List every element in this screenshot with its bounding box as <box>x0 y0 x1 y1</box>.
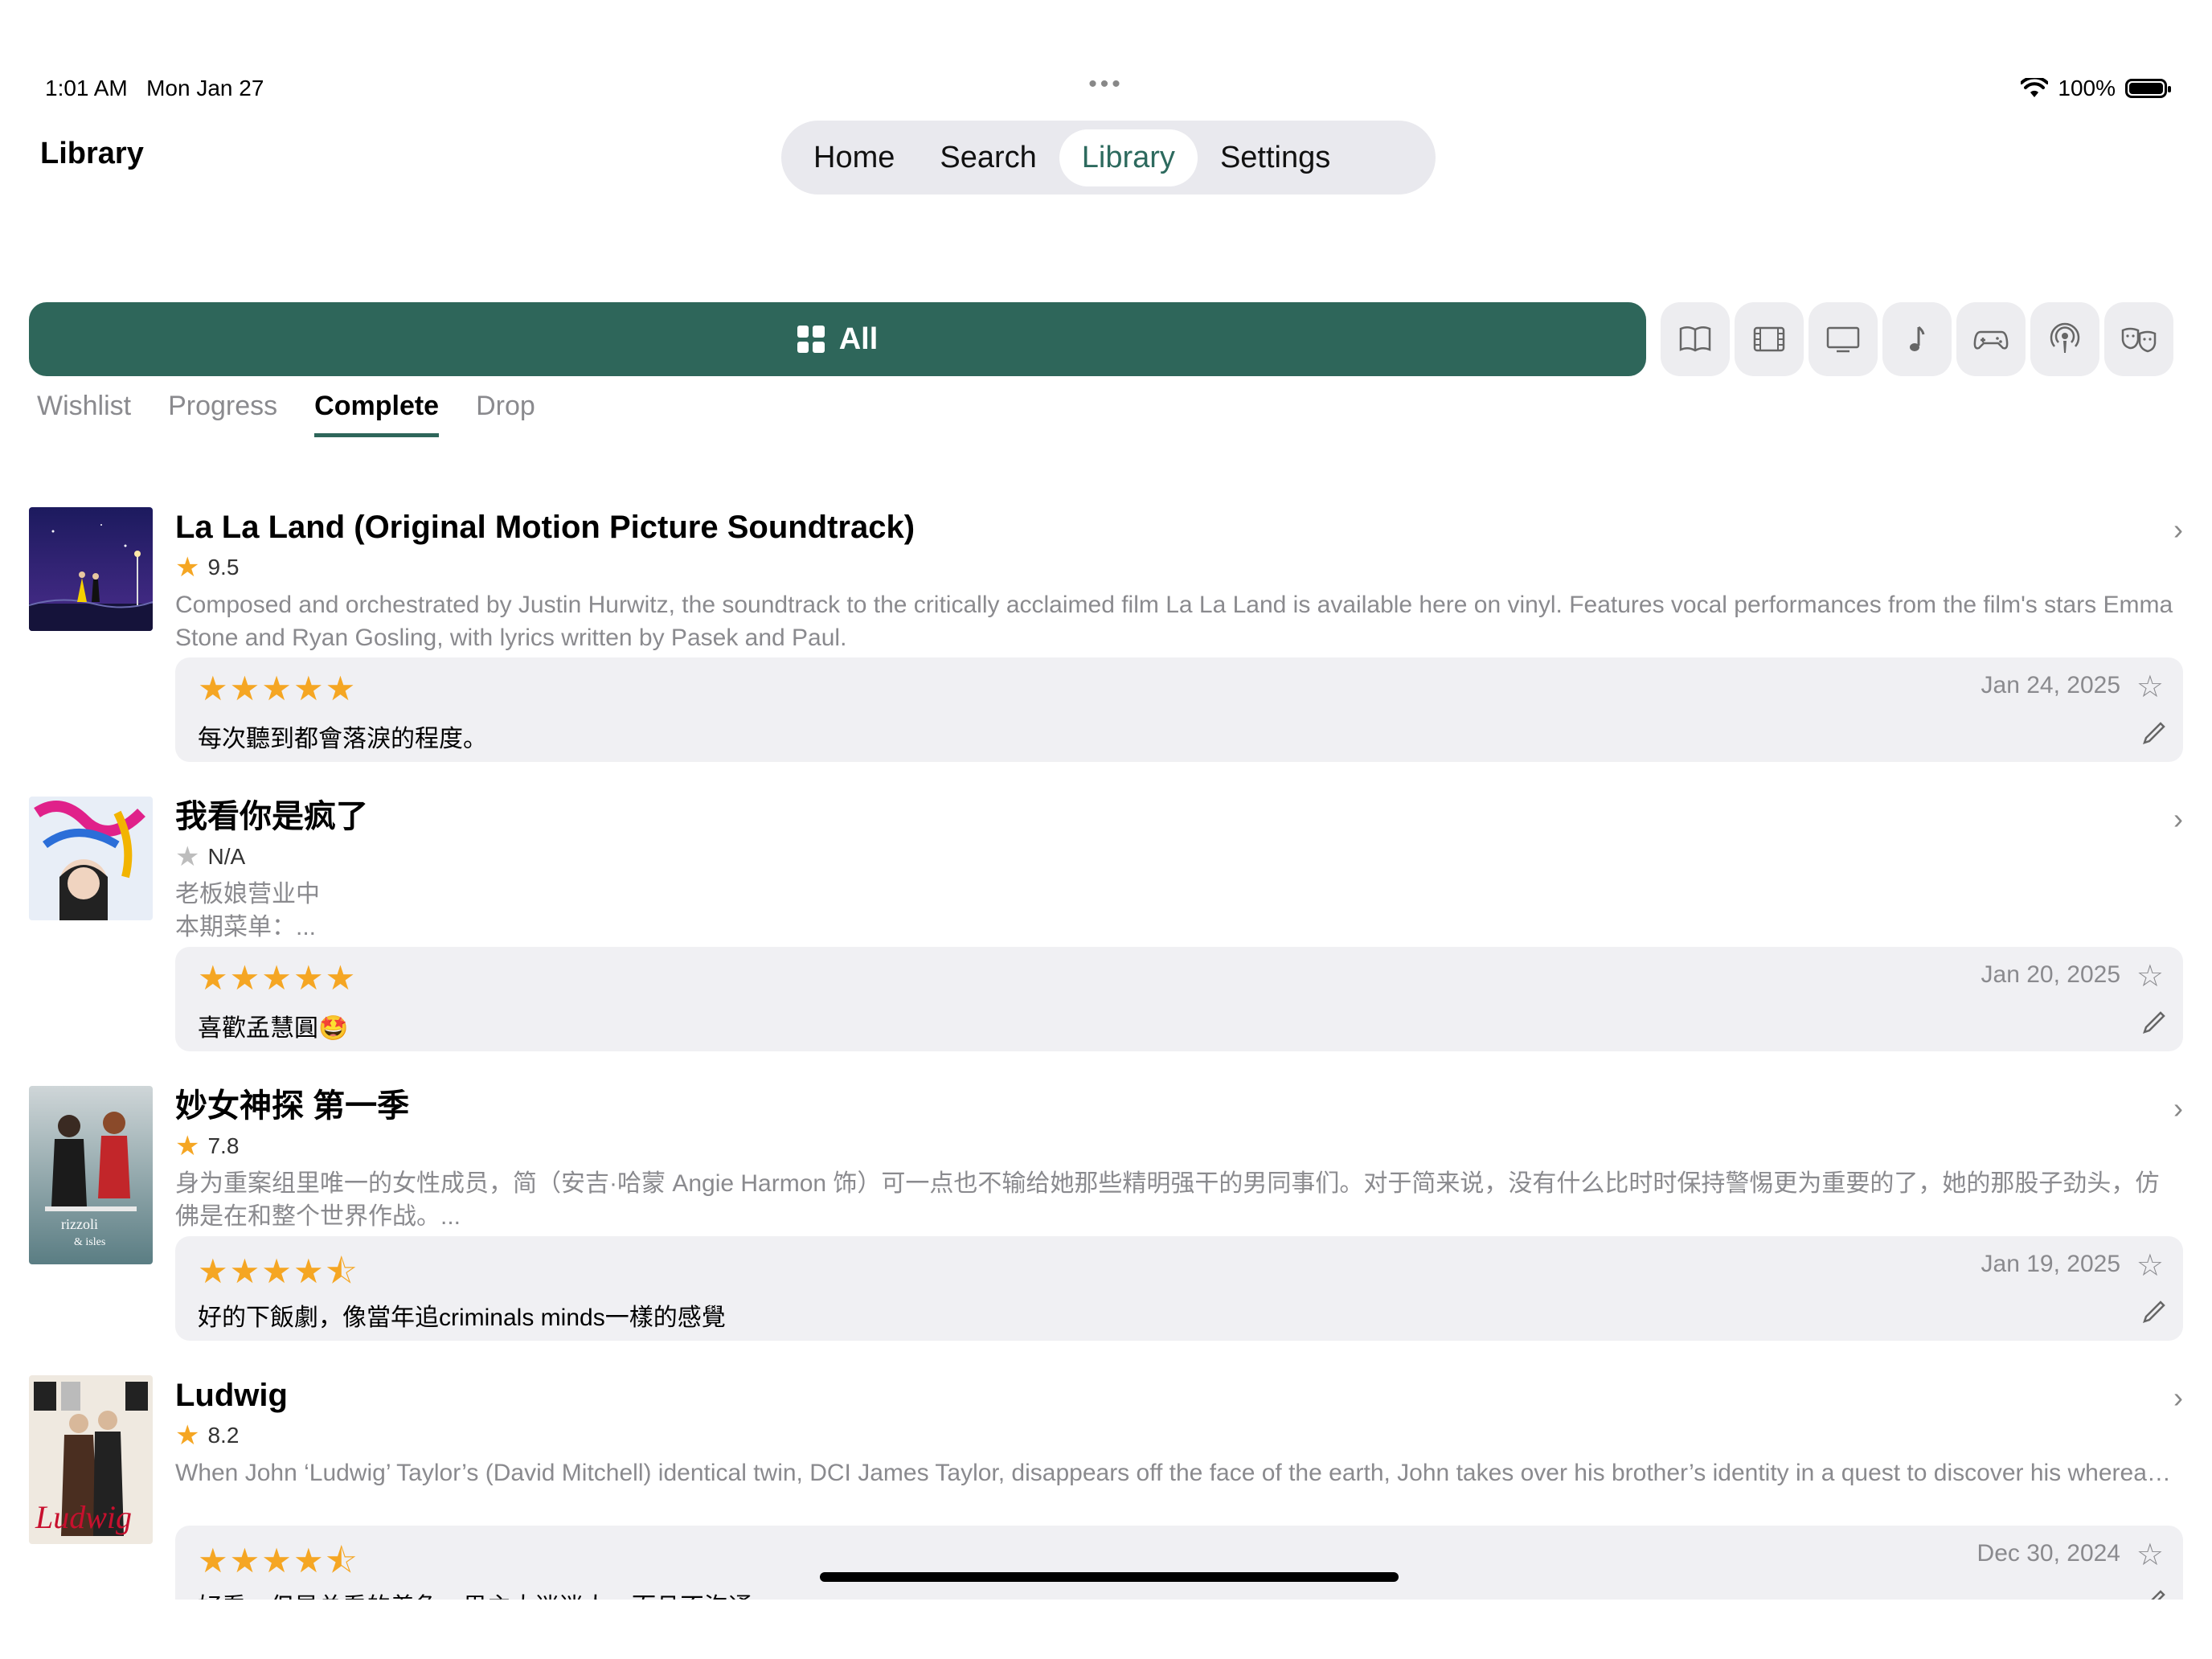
item-title: La La Land (Original Motion Picture Soun… <box>175 510 916 545</box>
tab-library[interactable]: Library <box>1059 129 1198 186</box>
item-info: Ludwig ★ 8.2 When John ‘Ludwig’ Taylor’s … <box>175 1373 2183 1489</box>
edit-pencil-icon[interactable] <box>2140 719 2169 748</box>
item-description: 身为重案组里唯一的女性成员，简（安吉·哈蒙 Angie Harmon 饰）可一点… <box>175 1170 2160 1230</box>
favorite-star-icon[interactable]: ☆ <box>2136 1537 2164 1573</box>
tv-icon <box>1826 326 1860 353</box>
item-description: Composed and orchestrated by Justin Hurw… <box>175 592 2173 651</box>
subtab-complete[interactable]: Complete <box>314 391 440 437</box>
chevron-right-icon: › <box>2173 802 2183 835</box>
review-stars: ★★★★⯪ <box>198 1252 359 1290</box>
star-icon: ★ <box>175 842 200 872</box>
list-item[interactable]: rizzoli & isles 妙女神探 第一季 ★ 7.8 身为重案组里唯一的女… <box>29 1083 2183 1354</box>
page-title: Library <box>40 137 144 170</box>
item-score: ★ 8.2 <box>175 1420 240 1451</box>
category-film[interactable] <box>1735 302 1804 376</box>
review-date: Jan 24, 2025 <box>1981 672 2120 698</box>
category-music[interactable] <box>1882 302 1952 376</box>
item-info: 妙女神探 第一季 ★ 7.8 身为重案组里唯一的女性成员，简（安吉·哈蒙 Angi… <box>175 1083 2183 1233</box>
item-title: 妙女神探 第一季 <box>175 1088 410 1124</box>
battery-icon <box>2125 79 2171 98</box>
favorite-star-icon[interactable]: ☆ <box>2136 669 2164 705</box>
wifi-icon <box>2021 78 2049 97</box>
item-title: Ludwig <box>175 1378 288 1413</box>
cover-image <box>29 797 153 920</box>
category-tv[interactable] <box>1809 302 1878 376</box>
item-title: 我看你是疯了 <box>175 799 368 834</box>
item-info: La La Land (Original Motion Picture Soun… <box>175 505 2183 654</box>
tab-settings[interactable]: Settings <box>1198 129 1353 186</box>
review-card[interactable]: ★★★★★ Jan 24, 2025 ☆ 每次聽到都會落淚的程度。 <box>175 657 2183 762</box>
subtab-wishlist[interactable]: Wishlist <box>37 391 131 437</box>
review-date: Jan 19, 2025 <box>1981 1251 2120 1277</box>
svg-text:rizzoli: rizzoli <box>61 1216 98 1232</box>
film-icon <box>1753 326 1785 352</box>
category-filters <box>1661 302 2173 376</box>
item-score: ★ 9.5 <box>175 552 240 583</box>
review-text: 好的下飯劇，像當年追criminals minds一樣的感覺 <box>198 1305 726 1331</box>
tab-home[interactable]: Home <box>791 129 917 186</box>
category-theater[interactable] <box>2104 302 2173 376</box>
list-item[interactable]: 我看你是疯了 ★ N/A 老板娘营业中 本期菜单：... › ★★★★★ Jan … <box>29 794 2183 1064</box>
svg-text:Ludwig: Ludwig <box>35 1499 132 1535</box>
home-indicator[interactable] <box>820 1572 1399 1582</box>
svg-text:& isles: & isles <box>74 1236 105 1248</box>
podcast-icon <box>2050 322 2080 353</box>
status-right: 100% <box>2021 76 2171 101</box>
game-icon <box>1973 330 2009 350</box>
review-text: 喜歡孟慧圓🤩 <box>198 1015 349 1042</box>
status-bar: 1:01 AM Mon Jan 27 ••• 100% <box>45 71 2171 106</box>
music-icon <box>1910 326 1925 351</box>
edit-pencil-icon[interactable] <box>2140 1297 2169 1326</box>
favorite-star-icon[interactable]: ☆ <box>2136 958 2164 994</box>
multitasking-dots-icon[interactable]: ••• <box>1088 71 1124 98</box>
cover-image <box>29 507 153 631</box>
review-text: 每次聽到都會落淚的程度。 <box>198 726 487 752</box>
review-date: Dec 30, 2024 <box>1976 1540 2120 1567</box>
battery-fill <box>2129 83 2163 94</box>
item-info: 我看你是疯了 ★ N/A 老板娘营业中 本期菜单：... <box>175 794 2183 944</box>
list-item[interactable]: La La Land (Original Motion Picture Soun… <box>29 505 2183 775</box>
subtab-progress[interactable]: Progress <box>168 391 277 437</box>
item-description: When John ‘Ludwig’ Taylor’s (David Mitch… <box>175 1460 2183 1486</box>
category-game[interactable] <box>1956 302 2026 376</box>
item-description: 老板娘营业中 本期菜单：... <box>175 881 320 940</box>
star-icon: ★ <box>175 1131 200 1161</box>
category-podcast[interactable] <box>2030 302 2099 376</box>
favorite-star-icon[interactable]: ☆ <box>2136 1247 2164 1284</box>
review-card[interactable]: ★★★★★ Jan 20, 2025 ☆ 喜歡孟慧圓🤩 <box>175 947 2183 1051</box>
review-stars: ★★★★★ <box>198 670 358 707</box>
item-score: ★ 7.8 <box>175 1131 240 1161</box>
grid-icon <box>797 326 825 353</box>
chevron-right-icon: › <box>2173 513 2183 546</box>
cover-image: rizzoli & isles <box>29 1086 153 1264</box>
chevron-right-icon: › <box>2173 1381 2183 1414</box>
star-icon: ★ <box>175 552 200 583</box>
filter-all-label: All <box>838 322 879 356</box>
main-tab-bar: Home Search Library Settings <box>781 121 1436 195</box>
review-stars: ★★★★⯪ <box>198 1542 359 1579</box>
category-book[interactable] <box>1661 302 1730 376</box>
status-subtabs: Wishlist Progress Complete Drop <box>37 391 535 437</box>
screen-bottom-edge <box>0 1600 2212 1659</box>
review-stars: ★★★★★ <box>198 959 358 997</box>
status-time: 1:01 AM Mon Jan 27 <box>45 76 264 100</box>
chevron-right-icon: › <box>2173 1092 2183 1124</box>
filter-all-button[interactable]: All <box>29 302 1646 376</box>
star-icon: ★ <box>175 1420 200 1451</box>
edit-pencil-icon[interactable] <box>2140 1008 2169 1037</box>
tab-search[interactable]: Search <box>917 129 1059 186</box>
book-icon <box>1679 326 1711 352</box>
review-date: Jan 20, 2025 <box>1981 961 2120 988</box>
cover-image: Ludwig <box>29 1375 153 1544</box>
subtab-drop[interactable]: Drop <box>476 391 535 437</box>
review-card[interactable]: ★★★★⯪ Jan 19, 2025 ☆ 好的下飯劇，像當年追criminals… <box>175 1236 2183 1341</box>
battery-percent: 100% <box>2058 76 2116 100</box>
item-score: ★ N/A <box>175 842 246 872</box>
theater-icon <box>2121 327 2157 353</box>
